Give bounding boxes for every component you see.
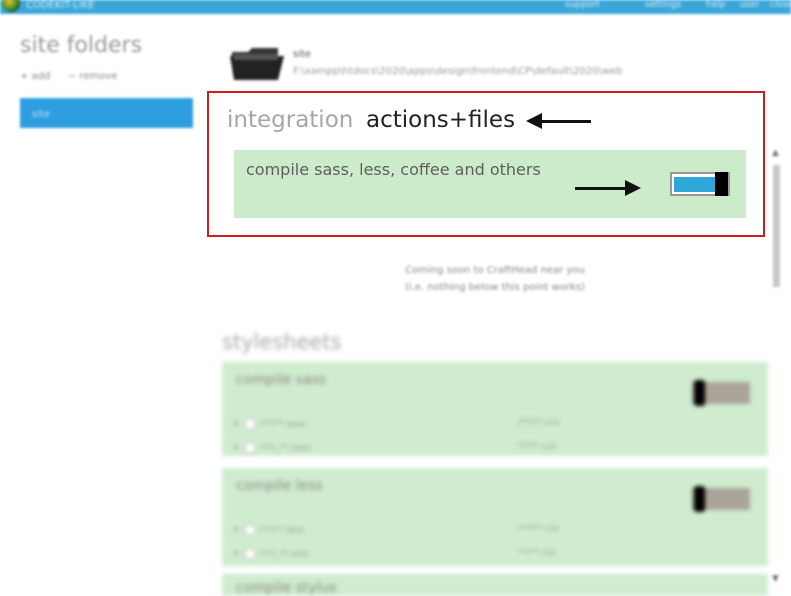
compile-stylus-card: compile stylus [222, 574, 768, 596]
notice-line-1: Coming soon to CraftHead near you [405, 265, 585, 276]
top-bar: CODEKIT-LIKE support settings help user … [0, 0, 791, 14]
compile-option-label: compile sass, less, coffee and others [246, 160, 541, 179]
compile-sass-card: compile sass ✕/**/**.sass /**/**.css ✕ !*… [222, 362, 768, 456]
integration-title: actions+files [366, 107, 516, 133]
compile-sass-toggle[interactable] [692, 380, 750, 406]
sass-row-1-radio[interactable] [243, 418, 256, 430]
integration-label: integration [227, 107, 354, 133]
compile-stylus-label: compile stylus [236, 580, 337, 596]
less-row-2-output: **/**.css [518, 548, 557, 558]
toggle-fill [674, 177, 718, 192]
stylesheets-title: stylesheets [222, 330, 342, 354]
topbar-support-link[interactable]: support [565, 0, 600, 10]
sass-row-1-input: /**/**.sass [259, 419, 307, 430]
compile-less-toggle[interactable] [692, 486, 750, 512]
app-logo-icon [2, 0, 20, 12]
toggle-knob [694, 380, 705, 406]
toggle-knob [715, 172, 728, 196]
less-row-2-input: !**/_**.less [259, 549, 309, 560]
less-row-1-radio[interactable] [243, 524, 256, 536]
compile-toggle[interactable] [670, 172, 730, 196]
sass-row-2[interactable]: ✕ !**/_**.sass [232, 442, 311, 454]
topbar-user-link[interactable]: user [740, 0, 760, 10]
sidebar-item-label: site [32, 109, 51, 120]
less-row-2-radio[interactable] [243, 548, 256, 560]
less-row-1-output: /**/**.css [518, 524, 560, 534]
folder-path: F:\xampp\htdocs\2020\apps\design\fronten… [293, 66, 623, 77]
topbar-help-link[interactable]: help [706, 0, 725, 10]
annotation-arrow-right-icon [575, 180, 641, 196]
sass-row-2-output: **/**.css [518, 442, 557, 452]
annotation-arrow-left-icon [526, 113, 591, 129]
notice-line-2: (i.e. nothing below this point works) [405, 282, 585, 293]
scrollbar-thumb[interactable] [773, 165, 780, 287]
sidebar-title: site folders [20, 33, 143, 58]
sidebar-item-site[interactable]: site [20, 98, 193, 128]
compile-less-card: compile less ✕/**/**.less /**/**.css ✕ !*… [222, 468, 768, 566]
folder-icon [230, 48, 284, 80]
less-row-1-input: /**/**.less [259, 525, 304, 536]
add-folder-button[interactable]: + add [20, 71, 50, 82]
sass-row-1-output: /**/**.css [518, 418, 560, 428]
sass-row-1[interactable]: ✕/**/**.sass [232, 418, 306, 430]
topbar-close-link[interactable]: close [770, 0, 791, 10]
scroll-down-icon[interactable]: ▼ [772, 574, 779, 584]
toggle-knob [694, 486, 705, 512]
sass-row-2-radio[interactable] [243, 442, 256, 454]
scroll-up-icon[interactable]: ▲ [772, 148, 779, 158]
app-brand: CODEKIT-LIKE [26, 0, 95, 11]
less-row-2[interactable]: ✕ !**/_**.less [232, 548, 309, 560]
remove-folder-button[interactable]: − remove [68, 71, 118, 82]
compile-sass-label: compile sass [236, 372, 327, 388]
less-row-1[interactable]: ✕/**/**.less [232, 524, 304, 536]
compile-less-label: compile less [236, 478, 323, 494]
topbar-settings-link[interactable]: settings [645, 0, 681, 10]
folder-name: site [293, 49, 312, 60]
sass-row-2-input: !**/_**.sass [259, 443, 312, 454]
